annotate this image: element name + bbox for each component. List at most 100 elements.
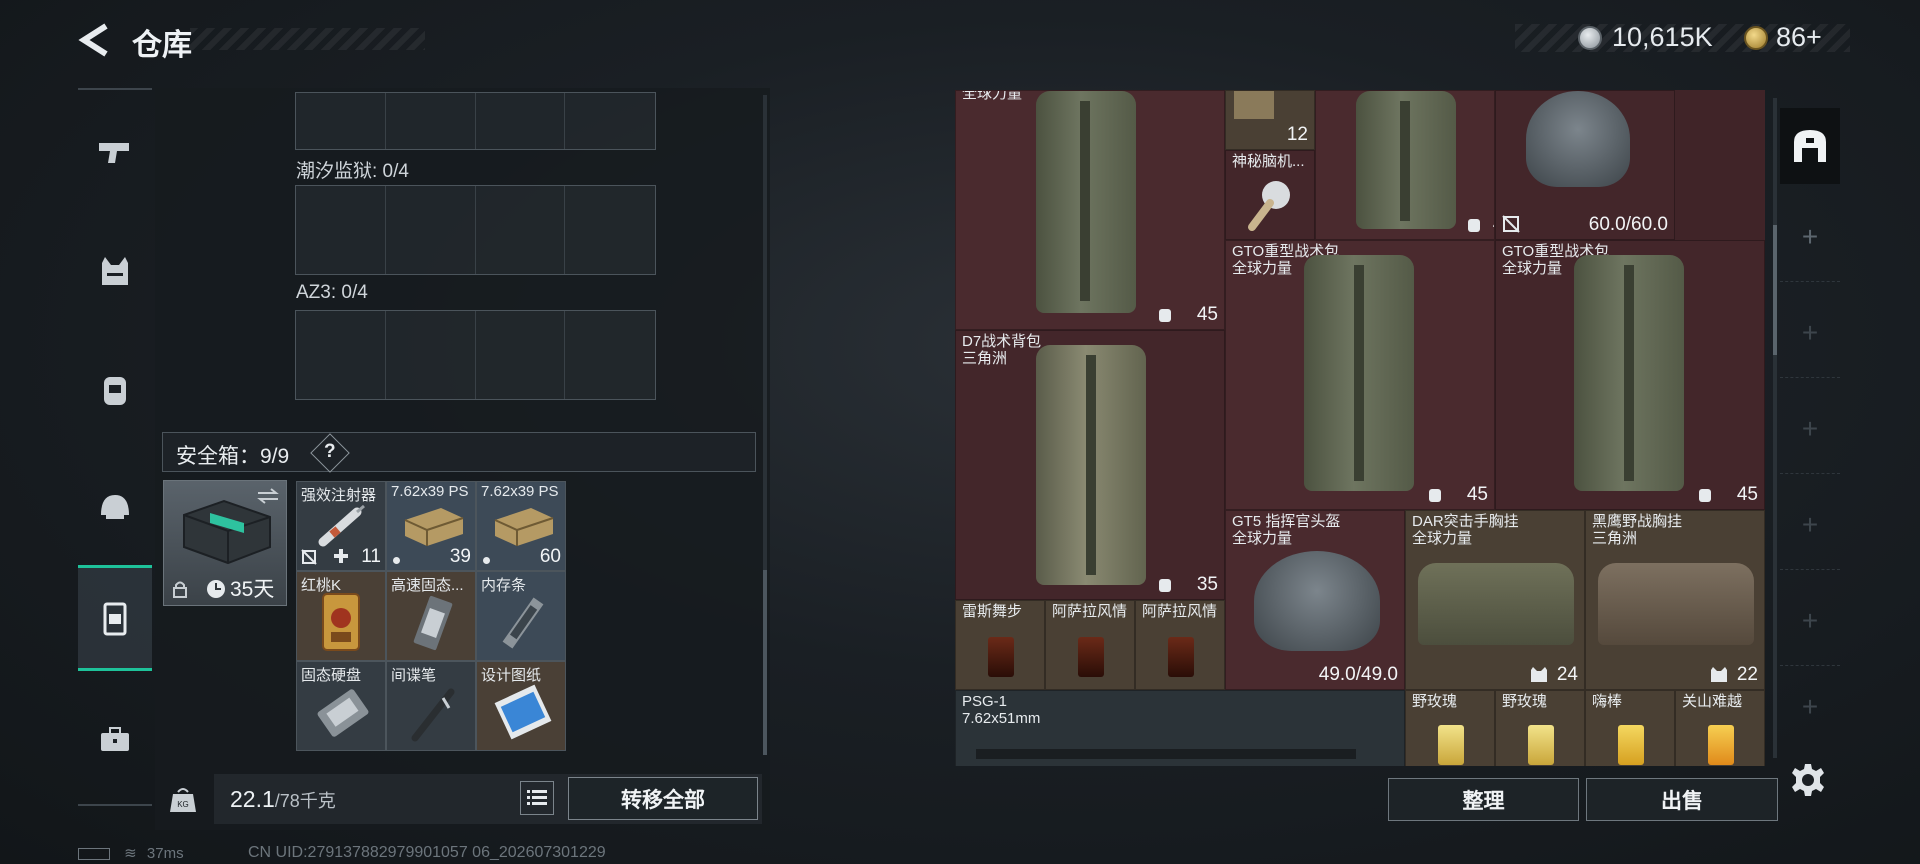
add-stash-tab-button[interactable]: + xyxy=(1780,384,1840,474)
ammo-box-image xyxy=(404,508,464,546)
stash-item-drink-3[interactable]: 阿萨拉风情 xyxy=(1135,600,1225,690)
safe-item-ammo-1[interactable]: 7.62x39 PS 39 xyxy=(386,481,476,571)
gold-coin-icon xyxy=(1744,26,1768,50)
safe-item-ram[interactable]: 内存条 xyxy=(476,571,566,661)
stash-scrollbar-thumb[interactable] xyxy=(1773,225,1777,355)
drink-image xyxy=(1708,725,1734,765)
safe-box-title: 安全箱：9/9 xyxy=(176,445,290,468)
drink-image xyxy=(1438,725,1464,765)
lock-icon xyxy=(173,581,187,598)
swap-icon[interactable] xyxy=(256,487,280,505)
wifi-icon: ≋ xyxy=(124,845,137,862)
pen-image xyxy=(411,688,455,742)
sidebar-item-containers[interactable] xyxy=(78,565,152,671)
safe-item-ammo-2[interactable]: 7.62x39 PS 60 xyxy=(476,481,566,571)
page-title: 仓库 xyxy=(132,29,192,62)
helmet-image xyxy=(1254,551,1380,651)
stash-item-drink-6[interactable]: 嗨棒 xyxy=(1585,690,1675,766)
tide-prison-slots[interactable] xyxy=(295,185,656,275)
case-icon xyxy=(103,602,127,636)
safe-item-ssd-fast[interactable]: 高速固态... xyxy=(386,571,476,661)
medical-cross-icon xyxy=(334,549,348,563)
stash-scrollbar-track[interactable] xyxy=(1773,98,1777,758)
sell-button[interactable]: 出售 xyxy=(1586,778,1778,821)
left-scrollbar-thumb[interactable] xyxy=(763,570,767,755)
ram-image xyxy=(502,597,544,649)
helmet-icon xyxy=(101,495,129,519)
safe-box-case[interactable]: 35天 xyxy=(163,480,287,606)
drink-image xyxy=(988,637,1014,677)
pistol-icon xyxy=(99,143,129,163)
az3-label: AZ3: 0/4 xyxy=(296,282,368,303)
backpack-image xyxy=(1036,91,1136,313)
stash-item-backpack-a[interactable]: 全球力量 45 xyxy=(955,90,1225,330)
stash-item-hawk-vest[interactable]: 黑鹰野战胸挂 三角洲 22 xyxy=(1585,510,1765,690)
stash-item-brain-chip[interactable]: 神秘脑机... xyxy=(1225,150,1315,240)
silver-coin-icon xyxy=(1578,26,1602,50)
stash-item-drink-4[interactable]: 野玫瑰 xyxy=(1405,690,1495,766)
stash-tab-main[interactable] xyxy=(1780,108,1840,184)
vest-capacity-icon xyxy=(1531,667,1547,682)
item-name: 黑鹰野战胸挂 三角洲 xyxy=(1592,513,1683,547)
stash-item-drink-1[interactable]: 雷斯舞步 xyxy=(955,600,1045,690)
back-arrow-icon[interactable] xyxy=(78,22,112,58)
network-status: ≋ 37ms xyxy=(78,844,184,862)
stash-item-drink-2[interactable]: 阿萨拉风情 xyxy=(1045,600,1135,690)
stash-grid: 全球力量 45 12 神秘脑机... 45 60.0/60.0 GTO重型战术包… xyxy=(955,90,1765,766)
add-stash-tab-button[interactable]: + xyxy=(1780,288,1840,378)
bag-capacity-icon xyxy=(1159,309,1171,322)
backpack-icon xyxy=(104,377,126,405)
bag-capacity-icon xyxy=(1468,219,1480,232)
sidebar-item-tools[interactable] xyxy=(78,686,152,792)
add-stash-tab-button[interactable]: + xyxy=(1780,192,1840,282)
safe-item-heart-k[interactable]: 红桃K xyxy=(296,571,386,661)
stash-item-ammo[interactable]: 12 xyxy=(1225,90,1315,150)
chest-rig-image xyxy=(1598,563,1754,645)
helmet-image xyxy=(1526,91,1630,187)
bag-capacity-icon xyxy=(1159,579,1171,592)
clock-icon xyxy=(207,580,225,598)
chest-rig-image xyxy=(1418,563,1574,645)
transfer-all-button[interactable]: 转移全部 xyxy=(568,777,758,820)
item-name: D7战术背包 三角洲 xyxy=(962,333,1042,367)
rifle-image xyxy=(976,749,1356,759)
stash-item-gto-bag-1[interactable]: GTO重型战术包 全球力量 45 xyxy=(1225,240,1495,510)
stash-item-drink-5[interactable]: 野玫瑰 xyxy=(1495,690,1585,766)
add-stash-tab-button[interactable]: + xyxy=(1780,480,1840,570)
safe-item-blueprint[interactable]: 设计图纸 xyxy=(476,661,566,751)
sidebar-item-weapons[interactable] xyxy=(78,100,152,206)
sidebar-item-backpack[interactable] xyxy=(78,336,152,442)
bonds-amount[interactable]: 86+ xyxy=(1776,22,1822,53)
backpack-image xyxy=(1574,255,1684,491)
safe-item-spy-pen[interactable]: 间谍笔 xyxy=(386,661,476,751)
safe-item-injector[interactable]: 强效注射器 11 xyxy=(296,481,386,571)
az3-slots[interactable] xyxy=(295,310,656,400)
stash-item-dar-vest[interactable]: DAR突击手胸挂 全球力量 24 xyxy=(1405,510,1585,690)
warehouse-icon xyxy=(1794,130,1826,162)
battery-icon xyxy=(78,848,110,861)
vest-icon xyxy=(102,257,128,285)
stash-item-backpack-b[interactable]: 45 xyxy=(1315,90,1495,240)
stash-item-d7-bag[interactable]: D7战术背包 三角洲 35 xyxy=(955,330,1225,600)
svg-text:KG: KG xyxy=(177,800,189,809)
ammo-dot-icon xyxy=(483,557,490,564)
add-stash-tab-button[interactable]: + xyxy=(1780,672,1840,742)
money-amount: 10,615K xyxy=(1612,22,1713,52)
tidy-button[interactable]: 整理 xyxy=(1388,778,1579,821)
sidebar-item-helmet[interactable] xyxy=(78,454,152,560)
list-view-button[interactable] xyxy=(520,781,554,815)
stash-item-helmet-a[interactable]: 60.0/60.0 xyxy=(1495,90,1675,240)
stash-item-gto-bag-2[interactable]: GTO重型战术包 全球力量 45 xyxy=(1495,240,1765,510)
stash-item-gt5-helmet[interactable]: GT5 指挥官头盔 全球力量 49.0/49.0 xyxy=(1225,510,1405,690)
tide-prison-label: 潮汐监狱: 0/4 xyxy=(296,161,409,182)
stash-item-drink-7[interactable]: 关山难越 xyxy=(1675,690,1765,766)
user-uid: CN UID:279137882979901057 06_20260730122… xyxy=(248,844,606,861)
safe-item-ssd[interactable]: 固态硬盘 xyxy=(296,661,386,751)
ammo-box-image xyxy=(1234,91,1274,119)
help-mark[interactable]: ? xyxy=(324,441,336,463)
stash-item-psg1[interactable]: PSG-1 7.62x51mm xyxy=(955,690,1405,766)
gear-icon[interactable] xyxy=(1790,762,1826,798)
sidebar-item-armor[interactable] xyxy=(78,218,152,324)
container-slots-top[interactable] xyxy=(295,92,656,150)
add-stash-tab-button[interactable]: + xyxy=(1780,576,1840,666)
